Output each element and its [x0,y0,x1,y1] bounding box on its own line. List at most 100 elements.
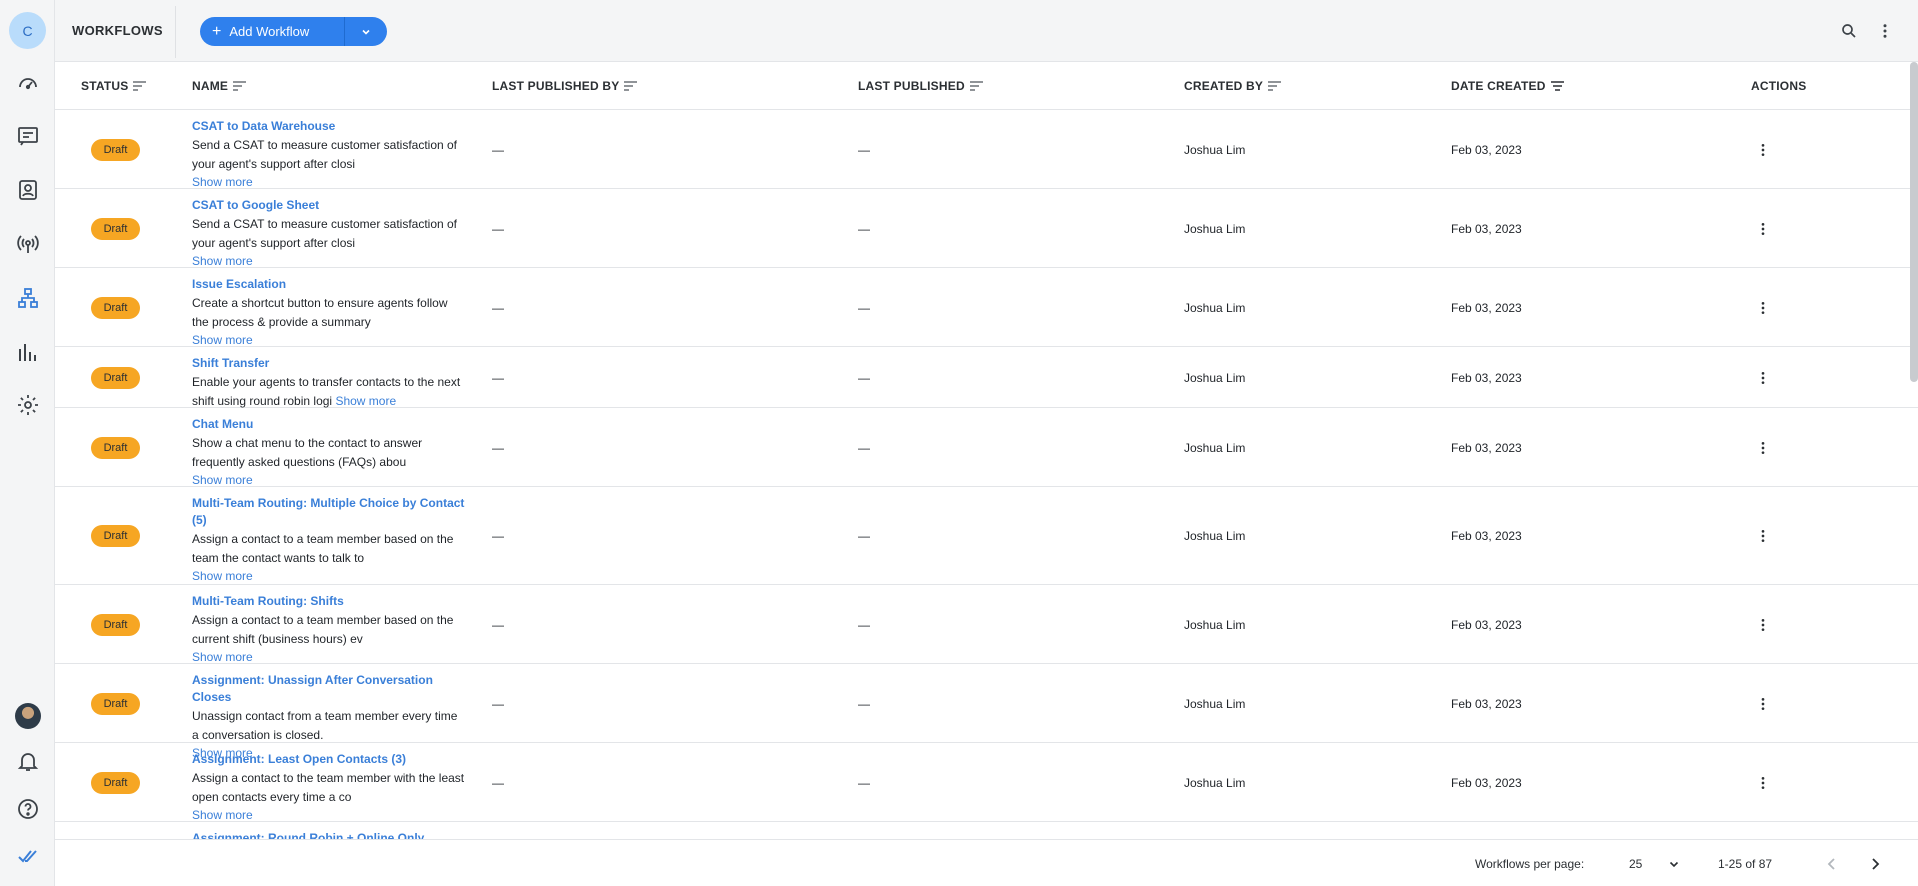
workflow-name-link[interactable]: Assignment: Round Robin + Online Only [192,830,467,839]
column-label: LAST PUBLISHED [858,79,965,93]
workflow-name-link[interactable]: CSAT to Google Sheet [192,197,467,214]
last-published-cell: — [858,143,870,157]
sort-icon [233,81,247,91]
broadcast-icon[interactable] [0,224,55,264]
table-row[interactable]: Draft Shift Transfer Enable your agents to… [55,347,1918,408]
column-header-status[interactable]: STATUS [81,79,147,93]
vertical-scrollbar[interactable] [1910,62,1918,382]
column-header-last-published-by[interactable]: LAST PUBLISHED BY [492,79,638,93]
show-more-link[interactable]: Show more [192,568,467,585]
chevron-down-icon [362,29,370,35]
sort-icon [133,81,147,91]
status-badge: Draft [91,297,140,319]
add-workflow-button[interactable]: + Add Workflow [200,17,345,46]
row-actions-menu-icon[interactable] [1755,370,1771,386]
add-workflow-dropdown-button[interactable] [345,17,387,46]
table-row[interactable]: Draft Multi-Team Routing: Shifts Assign a … [55,585,1918,664]
date-created-cell: Feb 03, 2023 [1451,222,1522,236]
chevron-down-icon[interactable] [1668,858,1680,870]
show-more-link[interactable]: Show more [335,394,396,408]
workflow-name-cell: Shift Transfer Enable your agents to tran… [192,355,467,411]
settings-gear-icon[interactable] [0,385,55,425]
column-header-created-by[interactable]: CREATED BY [1184,79,1282,93]
table-row[interactable]: Draft CSAT to Google Sheet Send a CSAT to … [55,189,1918,268]
search-icon[interactable] [1837,19,1861,43]
more-options-icon[interactable] [1873,19,1897,43]
table-row[interactable]: Assignment: Round Robin + Online Only [55,822,1918,839]
previous-page-icon[interactable] [1825,857,1839,871]
date-created-cell: Feb 03, 2023 [1451,529,1522,543]
last-published-cell: — [858,301,870,315]
last-published-cell: — [858,618,870,632]
status-badge: Draft [91,614,140,636]
row-actions-menu-icon[interactable] [1755,440,1771,456]
workflow-name-cell: Multi-Team Routing: Multiple Choice by C… [192,495,467,585]
last-published-cell: — [858,776,870,790]
created-by-cell: Joshua Lim [1184,441,1246,455]
status-badge: Draft [91,772,140,794]
column-header-last-published[interactable]: LAST PUBLISHED [858,79,983,93]
per-page-select[interactable]: 25 [1629,857,1642,871]
status-badge: Draft [91,218,140,240]
last-published-by-cell: — [492,371,504,385]
workflow-description: Show a chat menu to the contact to answe… [192,434,467,472]
row-actions-menu-icon[interactable] [1755,617,1771,633]
workflow-description: Send a CSAT to measure customer satisfac… [192,136,467,174]
table-row[interactable]: Draft Assignment: Unassign After Conversa… [55,664,1918,760]
brand-logo-icon [0,836,55,876]
column-header-date-created[interactable]: DATE CREATED [1451,79,1564,93]
bell-icon[interactable] [0,741,55,781]
reports-icon[interactable] [0,332,55,372]
status-badge: Draft [91,139,140,161]
workflow-description-text: Assign a contact to the team member with… [192,771,465,804]
table-row[interactable]: Draft Chat Menu Show a chat menu to the co… [55,408,1918,487]
last-published-by-cell: — [492,776,504,790]
last-published-by-cell: — [492,222,504,236]
workflow-name-cell: Assignment: Least Open Contacts (3) Assig… [192,751,467,824]
last-published-by-cell: — [492,441,504,455]
date-created-cell: Feb 03, 2023 [1451,618,1522,632]
last-published-cell: — [858,529,870,543]
workflow-name-link[interactable]: Multi-Team Routing: Shifts [192,593,467,610]
next-page-icon[interactable] [1868,857,1882,871]
created-by-cell: Joshua Lim [1184,371,1246,385]
workflow-name-link[interactable]: Shift Transfer [192,355,467,372]
row-actions-menu-icon[interactable] [1755,775,1771,791]
messages-icon[interactable] [0,116,55,156]
help-icon[interactable] [0,789,55,829]
workflow-description-text: Send a CSAT to measure customer satisfac… [192,138,458,171]
table-row[interactable]: Draft Assignment: Least Open Contacts (3)… [55,743,1918,822]
row-actions-menu-icon[interactable] [1755,528,1771,544]
column-label: CREATED BY [1184,79,1264,93]
created-by-cell: Joshua Lim [1184,143,1246,157]
workflow-name-link[interactable]: Assignment: Unassign After Conversation … [192,672,467,706]
dashboard-icon[interactable] [0,63,55,103]
workflow-description-text: Unassign contact from a team member ever… [192,709,458,742]
column-label: ACTIONS [1751,79,1807,93]
row-actions-menu-icon[interactable] [1755,696,1771,712]
workflow-name-link[interactable]: Issue Escalation [192,276,467,293]
workflow-name-link[interactable]: Chat Menu [192,416,467,433]
table-row[interactable]: Draft CSAT to Data Warehouse Send a CSAT t… [55,110,1918,189]
contacts-icon[interactable] [0,170,55,210]
row-actions-menu-icon[interactable] [1755,221,1771,237]
date-created-cell: Feb 03, 2023 [1451,697,1522,711]
workspace-avatar[interactable]: C [9,12,46,49]
workflow-name-link[interactable]: CSAT to Data Warehouse [192,118,467,135]
row-actions-menu-icon[interactable] [1755,142,1771,158]
row-actions-menu-icon[interactable] [1755,300,1771,316]
workflow-description: Send a CSAT to measure customer satisfac… [192,215,467,253]
sort-icon [1268,81,1282,91]
workflows-icon[interactable] [0,278,55,318]
column-header-name[interactable]: NAME [192,79,247,93]
user-avatar[interactable] [15,703,41,729]
workflow-name-link[interactable]: Assignment: Least Open Contacts (3) [192,751,467,768]
last-published-cell: — [858,222,870,236]
column-label: LAST PUBLISHED BY [492,79,620,93]
table-row[interactable]: Draft Issue Escalation Create a shortcut b… [55,268,1918,347]
workflow-description-text: Show a chat menu to the contact to answe… [192,436,423,469]
workflow-name-link[interactable]: Multi-Team Routing: Multiple Choice by C… [192,495,467,529]
table-row[interactable]: Draft Multi-Team Routing: Multiple Choice… [55,487,1918,585]
date-created-cell: Feb 03, 2023 [1451,301,1522,315]
workflow-name-cell: Chat Menu Show a chat menu to the contact… [192,416,467,489]
